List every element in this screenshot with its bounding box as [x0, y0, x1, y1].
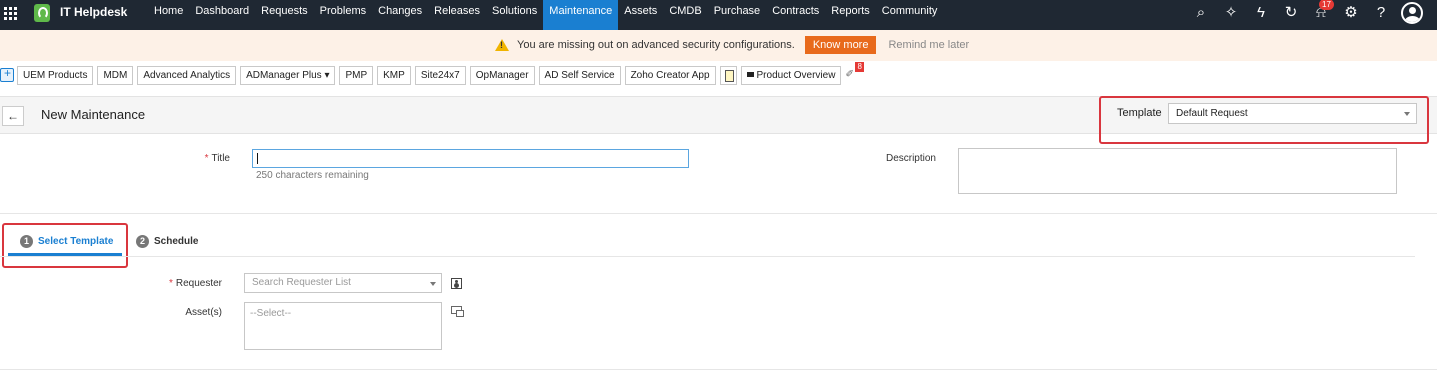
contact-card-icon[interactable] — [451, 278, 462, 289]
quicklink-admanager-plus[interactable]: ADManager Plus ▾ — [240, 65, 336, 85]
nav-item-releases[interactable]: Releases — [428, 0, 486, 30]
quicklink-advanced-analytics[interactable]: Advanced Analytics — [137, 65, 237, 85]
description-label: Description — [885, 153, 936, 164]
search-icon[interactable]: ⌕ — [1191, 3, 1211, 23]
notification-badge: 17 — [1319, 0, 1334, 10]
know-more-button[interactable]: Know more — [804, 36, 877, 54]
helpdesk-logo-icon — [34, 4, 50, 22]
top-navigation-bar: IT Helpdesk Home Dashboard Requests Problem… — [0, 0, 1437, 30]
warning-icon — [495, 39, 509, 51]
nav-item-requests[interactable]: Requests — [255, 0, 313, 30]
asset-lookup-icon[interactable] — [451, 306, 464, 317]
notes-icon[interactable] — [719, 65, 737, 85]
nav-item-contracts[interactable]: Contracts — [766, 0, 825, 30]
nav-item-changes[interactable]: Changes — [372, 0, 428, 30]
title-input[interactable] — [252, 149, 689, 168]
quicklink-opmanager[interactable]: OpManager — [469, 65, 535, 85]
add-quicklink-icon[interactable] — [0, 66, 14, 82]
help-icon[interactable]: ? — [1371, 3, 1391, 23]
tabs-divider — [0, 256, 1415, 257]
app-grid-icon[interactable] — [4, 7, 18, 21]
nav-item-cmdb[interactable]: CMDB — [663, 0, 707, 30]
page-title: New Maintenance — [41, 107, 146, 122]
nav-item-solutions[interactable]: Solutions — [486, 0, 543, 30]
quicklink-kmp[interactable]: KMP — [377, 65, 411, 85]
nav-item-dashboard[interactable]: Dashboard — [189, 0, 255, 30]
tab-label: Select Template — [38, 236, 114, 247]
quicklink-product-overview[interactable]: Product Overview — [740, 65, 842, 85]
nav-item-reports[interactable]: Reports — [825, 0, 876, 30]
nav-item-home[interactable]: Home — [148, 0, 189, 30]
bottom-divider — [0, 369, 1437, 370]
description-textarea[interactable] — [958, 148, 1397, 194]
pin-badge: 8 — [855, 62, 864, 72]
gear-icon[interactable]: ⚙ — [1341, 3, 1361, 23]
assets-label: Asset(s) — [185, 307, 222, 318]
back-button[interactable]: ← — [2, 106, 24, 126]
tab-schedule[interactable]: 2 Schedule — [136, 235, 198, 248]
template-select[interactable]: Default Request — [1168, 103, 1417, 124]
history-icon[interactable]: ↻ — [1281, 3, 1301, 23]
top-icons: ⌕ ✧ ϟ ↻ ⍾ 17 ⚙ ? — [1191, 0, 1423, 24]
nav-item-community[interactable]: Community — [876, 0, 944, 30]
template-label: Template — [1117, 107, 1162, 119]
title-label: * Title — [204, 153, 230, 164]
tab-label: Schedule — [154, 236, 199, 247]
section-divider — [0, 213, 1437, 214]
tab-select-template[interactable]: 1 Select Template — [20, 235, 113, 248]
app-title: IT Helpdesk — [60, 5, 128, 19]
main-nav: Home Dashboard Requests Problems Changes Rele… — [148, 0, 943, 30]
requester-label: * Requester — [168, 278, 222, 289]
remind-later-link[interactable]: Remind me later — [888, 39, 969, 51]
quicklink-zoho-creator-app[interactable]: Zoho Creator App — [624, 65, 716, 85]
chars-remaining: 250 characters remaining — [256, 170, 369, 181]
assets-select[interactable]: --Select-- — [244, 302, 442, 350]
quicklink-site24x7[interactable]: Site24x7 — [414, 65, 466, 85]
bell-icon[interactable]: ⍾ 17 — [1311, 0, 1334, 23]
settings-spark-icon[interactable]: ✧ — [1221, 3, 1241, 23]
security-alert-bar: You are missing out on advanced security… — [0, 30, 1437, 61]
quick-links-bar: UEM ProductsMDMAdvanced AnalyticsADManag… — [0, 62, 864, 86]
nav-item-assets[interactable]: Assets — [618, 0, 663, 30]
lightning-icon[interactable]: ϟ — [1251, 3, 1271, 23]
quicklink-pmp[interactable]: PMP — [339, 65, 374, 85]
step-number: 2 — [136, 235, 149, 248]
video-icon — [746, 72, 754, 78]
requester-select[interactable]: Search Requester List — [244, 273, 442, 293]
quicklink-label: Product Overview — [756, 69, 836, 81]
step-number: 1 — [20, 235, 33, 248]
nav-item-problems[interactable]: Problems — [314, 0, 372, 30]
nav-item-purchase[interactable]: Purchase — [708, 0, 766, 30]
quicklink-mdm[interactable]: MDM — [97, 65, 134, 85]
user-avatar[interactable] — [1401, 2, 1423, 24]
pin-icon[interactable]: ✐ 8 — [845, 62, 864, 82]
alert-text: You are missing out on advanced security… — [517, 39, 795, 51]
quicklink-ad-self-service[interactable]: AD Self Service — [538, 65, 621, 85]
nav-item-maintenance[interactable]: Maintenance — [543, 0, 619, 30]
quicklink-uem-products[interactable]: UEM Products — [17, 65, 94, 85]
